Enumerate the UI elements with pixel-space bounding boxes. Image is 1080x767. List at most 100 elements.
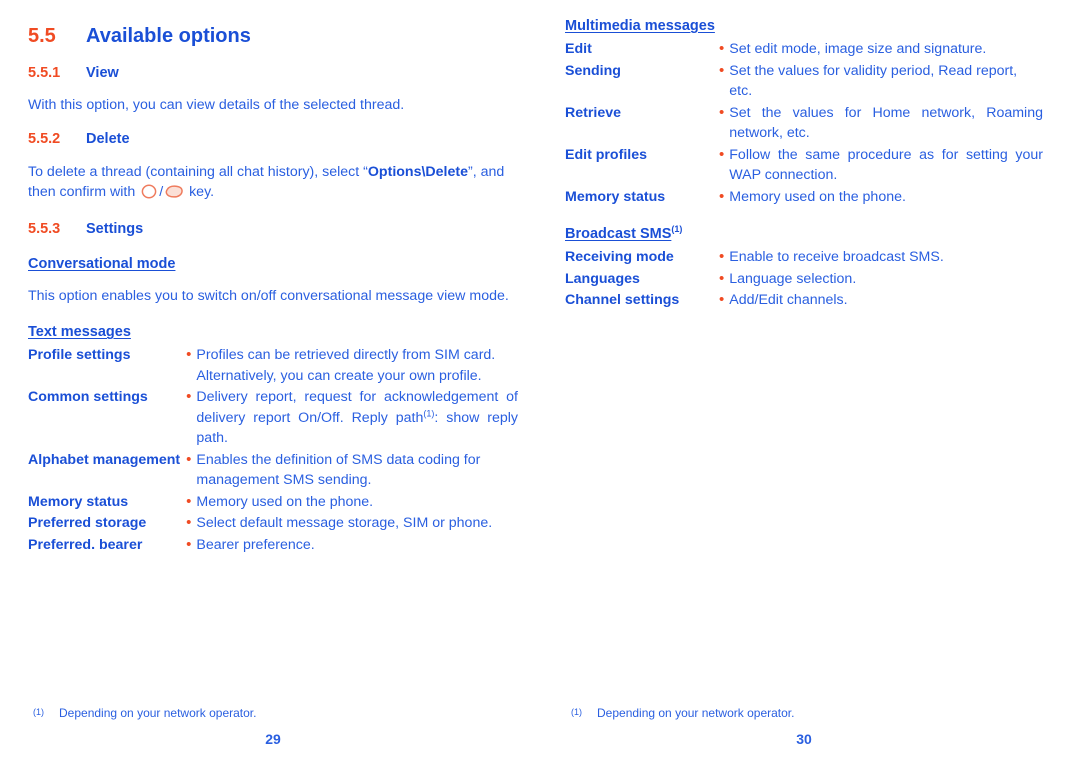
bullet-icon: •: [719, 269, 725, 287]
subsection-body-view: With this option, you can view details o…: [28, 97, 405, 114]
section-title: Available options: [86, 25, 251, 47]
row-term: Sending: [565, 62, 621, 79]
bullet-icon: •: [719, 103, 725, 121]
table-row: Preferred storage • Select default messa…: [28, 513, 518, 535]
row-term: Preferred. bearer: [28, 536, 143, 553]
subsection-heading-5-5-1: 5.5.1 View: [28, 49, 518, 82]
footnote-marker: (1): [33, 706, 44, 717]
bullet-icon: •: [719, 187, 725, 205]
subsection-number: 5.5.3: [28, 220, 61, 237]
subsection-heading-5-5-3: 5.5.3 Settings: [28, 205, 518, 238]
subsection-heading-5-5-2: 5.5.2 Delete: [28, 115, 518, 148]
multimedia-messages-table: Edit • Set edit mode, image size and sig…: [565, 39, 1043, 208]
row-term: Edit: [565, 41, 592, 58]
table-row: Channel settings • Add/Edit channels.: [565, 290, 1043, 312]
row-definition: • Bearer preference.: [186, 535, 518, 557]
subsection-title: Settings: [86, 220, 144, 237]
table-row: Sending • Set the values for validity pe…: [565, 61, 1043, 103]
row-term: Edit profiles: [565, 146, 647, 163]
footnote-text: Depending on your network operator.: [597, 705, 795, 720]
heading-multimedia-messages: Multimedia messages: [565, 18, 715, 34]
row-term: Channel settings: [565, 292, 680, 309]
footnote-right: (1) Depending on your network operator.: [571, 706, 794, 720]
delete-text-tail: key.: [185, 183, 215, 200]
subsection-title: Delete: [86, 131, 130, 148]
table-row: Retrieve • Set the values for Home netwo…: [565, 103, 1043, 145]
page-number-left: 29: [265, 731, 281, 747]
table-row: Common settings • Delivery report, reque…: [28, 387, 518, 450]
footnote-left: (1) Depending on your network operator.: [33, 706, 256, 720]
subsection-title: View: [86, 65, 119, 81]
delete-text-lead: To delete a thread (containing all chat …: [28, 163, 368, 180]
row-definition-text: Profiles can be retrieved directly from …: [196, 347, 496, 384]
row-definition-text: Memory used on the phone.: [729, 188, 906, 205]
heading-conversational-mode: Conversational mode: [28, 256, 176, 273]
footnote-marker: (1): [571, 706, 582, 717]
footnote-text: Depending on your network operator.: [59, 705, 257, 720]
row-term: Preferred storage: [28, 515, 147, 532]
row-definition: • Delivery report, request for acknowled…: [186, 387, 518, 450]
row-definition-text: Set edit mode, image size and signature.: [729, 41, 987, 58]
section-heading-5-5: 5.5 Available options: [28, 0, 518, 49]
row-definition-text: Delivery report, request for acknowledge…: [196, 387, 518, 449]
bullet-icon: •: [186, 346, 192, 364]
row-term: Languages: [565, 270, 640, 287]
key-separator: /: [159, 183, 164, 200]
row-definition-text: Language selection.: [729, 270, 857, 287]
table-row: Receiving mode • Enable to receive broad…: [565, 247, 1043, 269]
bullet-icon: •: [719, 61, 725, 79]
row-definition: • Profiles can be retrieved directly fro…: [186, 345, 518, 387]
row-term: Profile settings: [28, 347, 131, 364]
row-definition-text: Enables the definition of SMS data codin…: [196, 451, 481, 489]
bullet-icon: •: [719, 40, 725, 58]
subsection-number: 5.5.1: [28, 65, 61, 81]
table-row: Alphabet management • Enables the defini…: [28, 450, 518, 492]
bullet-icon: •: [186, 492, 192, 510]
row-definition-text: Select default message storage, SIM or p…: [196, 515, 493, 532]
broadcast-sms-table: Receiving mode • Enable to receive broad…: [565, 247, 1043, 312]
page-number-right: 30: [796, 731, 812, 747]
row-definition: • Add/Edit channels.: [719, 290, 1043, 312]
delete-menu-path: Options\Delete: [367, 163, 469, 180]
section-number: 5.5: [28, 25, 56, 47]
row-definition-text: Memory used on the phone.: [196, 493, 374, 510]
bullet-icon: •: [719, 291, 725, 309]
row-definition-text: Bearer preference.: [196, 536, 315, 553]
row-term: Common settings: [28, 389, 148, 406]
row-term: Retrieve: [565, 104, 621, 121]
table-row: Memory status • Memory used on the phone…: [28, 492, 518, 514]
manual-page-spread: 5.5 Available options 5.5.1 View With this…: [0, 0, 1080, 767]
bullet-icon: •: [186, 388, 192, 406]
right-page-column: Multimedia messages Edit • Set edit mode…: [565, 0, 1043, 767]
row-definition: • Enable to receive broadcast SMS.: [719, 247, 1043, 269]
heading-broadcast-sms: Broadcast SMS(1): [565, 224, 683, 243]
subsection-number: 5.5.2: [28, 131, 61, 148]
table-row: Edit • Set edit mode, image size and sig…: [565, 39, 1043, 61]
row-definition: • Language selection.: [719, 269, 1043, 291]
subsection-body-delete: To delete a thread (containing all chat …: [28, 149, 518, 205]
row-definition: • Follow the same procedure as for setti…: [719, 145, 1043, 187]
row-definition-text: Follow the same procedure as for setting…: [729, 146, 1043, 184]
heading-text-messages: Text messages: [28, 324, 131, 341]
table-row: Edit profiles • Follow the same procedur…: [565, 145, 1043, 187]
bullet-icon: •: [186, 514, 192, 532]
row-definition: • Set the values for Home network, Roami…: [719, 103, 1043, 145]
row-definition-text: Set the values for validity period, Read…: [729, 62, 1018, 100]
footnote-marker: (1): [671, 224, 683, 235]
text-messages-table: Profile settings • Profiles can be retri…: [28, 345, 518, 556]
bullet-icon: •: [719, 248, 725, 266]
row-definition: • Set edit mode, image size and signatur…: [719, 39, 1043, 61]
row-definition-text: Enable to receive broadcast SMS.: [729, 249, 944, 266]
row-definition-text: Set the values for Home network, Roaming…: [729, 104, 1043, 142]
conversational-mode-body: This option enables you to switch on/off…: [28, 288, 509, 305]
bullet-icon: •: [186, 450, 192, 468]
bullet-icon: •: [719, 145, 725, 163]
table-row: Memory status • Memory used on the phone…: [565, 187, 1043, 209]
hexagon-key-icon: [140, 184, 158, 205]
row-definition-text: Add/Edit channels.: [729, 292, 848, 309]
row-definition: • Memory used on the phone.: [186, 492, 518, 514]
back-key-icon: [164, 184, 184, 205]
row-term: Receiving mode: [565, 249, 674, 266]
table-row: Profile settings • Profiles can be retri…: [28, 345, 518, 387]
row-definition: • Memory used on the phone.: [719, 187, 1043, 209]
